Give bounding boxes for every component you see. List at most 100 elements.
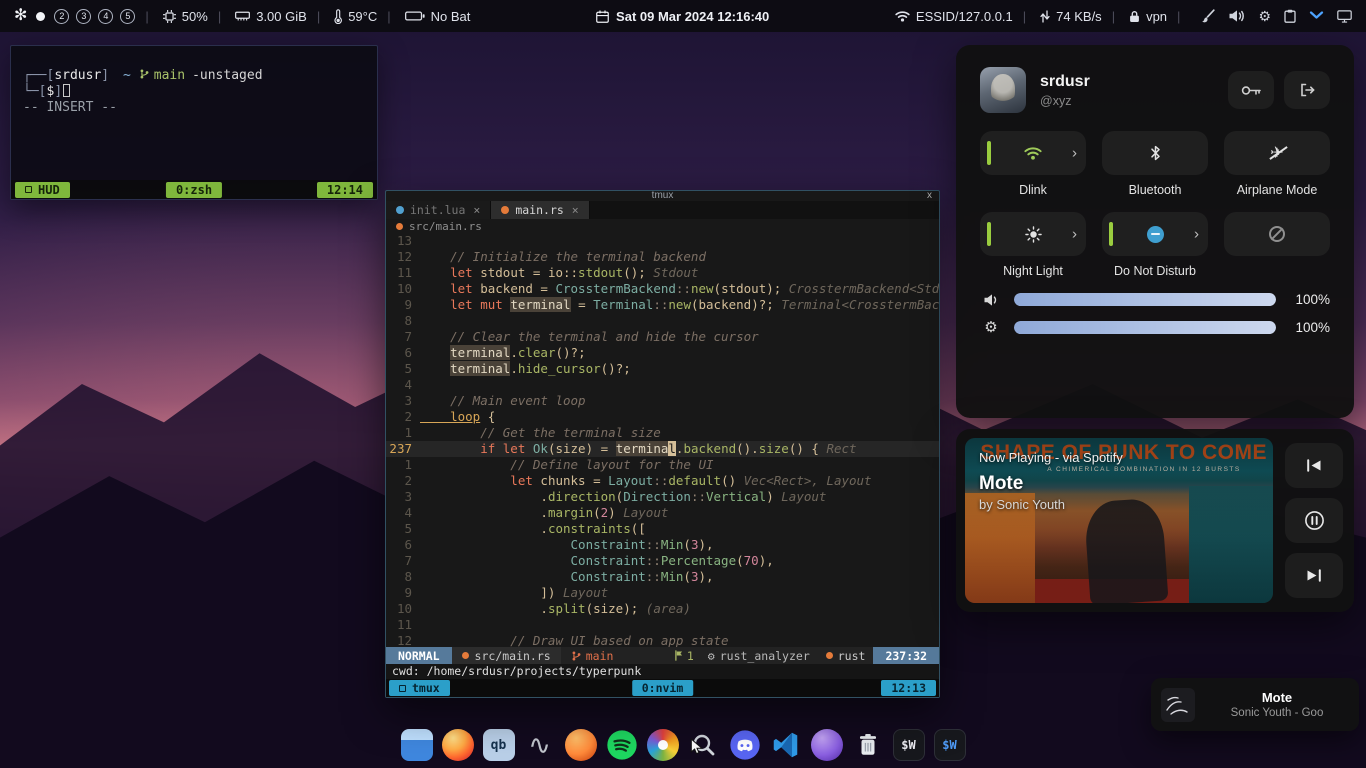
code-text: // Main event loop <box>420 393 939 409</box>
dock-orange-app[interactable] <box>564 728 598 762</box>
tab-close-icon[interactable]: × <box>572 203 579 217</box>
line-number: 3 <box>386 489 420 505</box>
network-essid[interactable]: ESSID/127.0.0.1 <box>895 9 1013 24</box>
dock-trash[interactable] <box>851 728 885 762</box>
code-line: 12 // Draw UI based on app state <box>386 633 939 647</box>
editor-window[interactable]: tmux x init.lua × main.rs × src/main.rs … <box>385 190 940 698</box>
chevron-right-icon[interactable]: › <box>1072 227 1077 242</box>
keyring-button[interactable] <box>1228 71 1274 109</box>
tmux-clock-chip: 12:13 <box>881 680 936 696</box>
dock-spotify[interactable] <box>605 728 639 762</box>
tmux-clock-chip: 12:14 <box>317 182 373 198</box>
code-line: 6 terminal.clear()?; <box>386 345 939 361</box>
volume-slider[interactable] <box>1014 293 1276 306</box>
tmux-window-chip[interactable]: 0:nvim <box>632 680 694 696</box>
branch-name: main <box>586 649 614 663</box>
logout-button[interactable] <box>1284 71 1330 109</box>
toggle-cell: ›Dlink <box>980 131 1086 198</box>
clipboard-icon[interactable] <box>1284 9 1296 23</box>
temperature-value: 59°C <box>348 9 377 24</box>
code-text <box>420 377 939 393</box>
toggle-bluetooth[interactable] <box>1102 131 1208 175</box>
chevron-right-icon[interactable]: › <box>1072 146 1077 161</box>
top-bar-left: ✻ 2345 50% 3.00 GiB 59°C No Bat <box>14 8 470 24</box>
media-controls <box>1283 438 1345 603</box>
tab-close-icon[interactable]: × <box>473 203 480 217</box>
window-title: tmux <box>652 190 674 201</box>
cpu-stat: 50% <box>144 9 207 24</box>
toggle-label: Night Light <box>980 264 1086 279</box>
workspace-3[interactable]: 3 <box>76 9 91 24</box>
statusline-lsp: ⚙rust_analyzer <box>700 649 818 663</box>
prompt-frame-close: ] <box>101 68 117 83</box>
user-buttons <box>1228 71 1330 109</box>
workspace-4[interactable]: 4 <box>98 9 113 24</box>
line-number: 3 <box>386 393 420 409</box>
prompt-frame-2-close: ] <box>54 84 62 99</box>
tmux-session-chip[interactable]: HUD <box>15 182 70 198</box>
terminal-window[interactable]: ┌──[srdusr] ~main-unstaged └─[$] -- INSE… <box>10 45 378 200</box>
toggle-night-light[interactable]: › <box>980 212 1086 256</box>
screen-layout-icon[interactable] <box>1337 10 1352 23</box>
code-area[interactable]: 1312 // Initialize the terminal backend1… <box>386 233 939 647</box>
session-name: HUD <box>38 183 60 197</box>
toggle-cell: ✈Airplane Mode <box>1224 131 1330 198</box>
bluetooth-icon <box>1150 145 1161 161</box>
session-name: tmux <box>412 681 440 695</box>
vpn-status[interactable]: vpn <box>1111 9 1167 24</box>
tmux-time: 12:14 <box>327 183 363 197</box>
workspace-2[interactable]: 2 <box>54 9 69 24</box>
dock-purple-app[interactable] <box>810 728 844 762</box>
dock-files[interactable] <box>400 728 434 762</box>
zsh-vi-mode: -- INSERT -- <box>23 100 365 116</box>
code-line: 237 if let Ok(size) = terminal.backend()… <box>386 441 939 457</box>
media-notification[interactable]: Mote Sonic Youth - Goo <box>1151 678 1359 731</box>
terminal-body[interactable]: ┌──[srdusr] ~main-unstaged └─[$] -- INSE… <box>11 46 377 116</box>
code-text: Constraint::Min(3), <box>420 569 939 585</box>
window-titlebar: tmux x <box>386 191 939 201</box>
line-number: 11 <box>386 617 420 633</box>
volume-icon[interactable] <box>1228 9 1245 23</box>
clock[interactable]: Sat 09 Mar 2024 12:16:40 <box>596 9 769 24</box>
battery-value: No Bat <box>431 9 471 24</box>
tab-init-lua[interactable]: init.lua × <box>386 201 491 219</box>
trash-icon <box>856 732 880 758</box>
next-track-button[interactable] <box>1285 553 1343 598</box>
media-player-card: SHAPE OF PUNK TO COME A CHIMERICAL BOMBI… <box>956 429 1354 612</box>
code-line: 13 <box>386 233 939 249</box>
code-line: 10 .split(size); (area) <box>386 601 939 617</box>
panel-toggle-chevron-icon[interactable] <box>1309 11 1324 21</box>
previous-track-button[interactable] <box>1285 443 1343 488</box>
dock-vscode[interactable] <box>769 728 803 762</box>
dock-sw-blue[interactable]: $W <box>933 728 967 762</box>
toggle-cell: › Night Light <box>980 212 1086 279</box>
toggle-airplane-mode[interactable]: ✈ <box>1224 131 1330 175</box>
tmux-session-chip[interactable]: tmux <box>389 680 450 696</box>
dock-sw-dark[interactable]: $W <box>892 728 926 762</box>
tab-main-rs[interactable]: main.rs × <box>491 201 589 219</box>
chevron-right-icon[interactable]: › <box>1194 227 1199 242</box>
settings-gear-icon[interactable]: ⚙ <box>1258 9 1271 23</box>
color-picker-brush-icon[interactable] <box>1201 9 1215 23</box>
workspace-active-indicator[interactable] <box>36 12 45 21</box>
tmux-window-chip[interactable]: 0:zsh <box>166 182 222 198</box>
dock-firefox[interactable] <box>441 728 475 762</box>
toggle-do-not-disturb[interactable]: › <box>1102 212 1208 256</box>
wave-icon: ∿ <box>528 732 551 759</box>
dock-discord[interactable] <box>728 728 762 762</box>
dock-wave[interactable]: ∿ <box>523 728 557 762</box>
toggle-blank[interactable] <box>1224 212 1330 256</box>
tab-label: main.rs <box>515 203 563 217</box>
brightness-slider[interactable] <box>1014 321 1276 334</box>
key-icon <box>1241 85 1261 96</box>
workspace-5[interactable]: 5 <box>120 9 135 24</box>
code-line: 9 ]) Layout <box>386 585 939 601</box>
dock-qutebrowser[interactable]: qb <box>482 728 516 762</box>
play-pause-button[interactable] <box>1285 498 1343 543</box>
line-number: 5 <box>386 521 420 537</box>
window-close-button[interactable]: x <box>927 190 932 201</box>
dock-photos[interactable] <box>646 728 680 762</box>
toggle-dlink[interactable]: › <box>980 131 1086 175</box>
distro-logo-icon[interactable]: ✻ <box>14 8 27 24</box>
line-number: 2 <box>386 473 420 489</box>
